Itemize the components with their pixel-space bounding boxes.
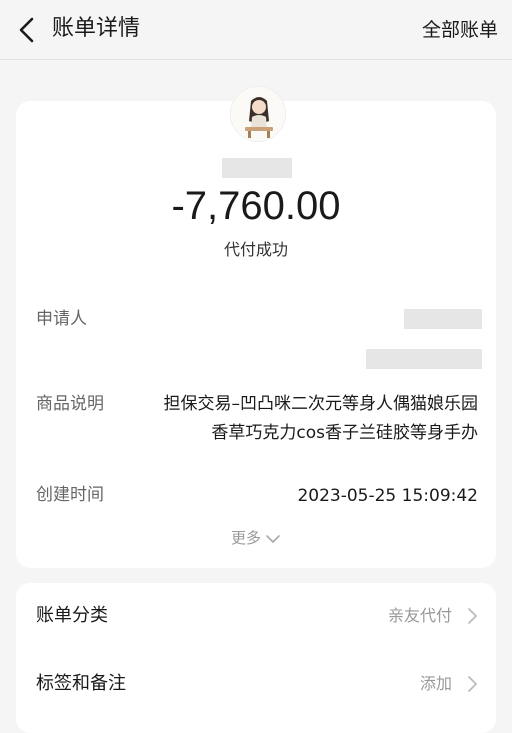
redacted-applicant <box>404 309 482 329</box>
bill-options-card: 账单分类 亲友代付 标签和备注 添加 <box>16 583 496 733</box>
page-title: 账单详情 <box>52 16 141 41</box>
created-time-label: 创建时间 <box>36 485 104 505</box>
chevron-down-icon <box>266 534 280 543</box>
all-bills-link[interactable]: 全部账单 <box>422 16 498 44</box>
bill-category-row[interactable]: 账单分类 亲友代付 <box>16 583 496 651</box>
chevron-right-icon <box>468 676 477 692</box>
merchant-avatar <box>230 86 286 142</box>
more-label: 更多 <box>230 529 261 547</box>
nav-bar: 账单详情 全部账单 <box>0 0 512 60</box>
bill-amount: -7,760.00 <box>171 184 341 228</box>
more-button[interactable]: 更多 <box>16 527 496 549</box>
bill-category-value: 亲友代付 <box>387 606 452 625</box>
bill-category-label: 账单分类 <box>36 605 108 626</box>
product-description-line2: 香草巧克力cos香子兰硅胶等身手办 <box>211 423 478 443</box>
avatar-illustration-icon <box>231 87 285 141</box>
product-label: 商品说明 <box>36 394 104 414</box>
chevron-right-icon <box>468 608 477 624</box>
tags-notes-value: 添加 <box>419 674 452 693</box>
applicant-label: 申请人 <box>36 309 87 329</box>
redacted-name <box>222 158 292 178</box>
created-time-value: 2023-05-25 15:09:42 <box>297 486 478 506</box>
tags-notes-row[interactable]: 标签和备注 添加 <box>16 651 496 719</box>
product-description-line1: 担保交易–凹凸咪二次元等身人偶猫娘乐园 <box>163 394 479 414</box>
payment-status: 代付成功 <box>223 240 288 259</box>
chevron-left-icon[interactable] <box>14 16 40 44</box>
redacted-applicant-account <box>366 349 482 369</box>
bill-detail-card: -7,760.00 代付成功 申请人 商品说明 担保交易–凹凸咪二次元等身人偶猫… <box>16 101 496 568</box>
tags-notes-label: 标签和备注 <box>36 673 126 694</box>
